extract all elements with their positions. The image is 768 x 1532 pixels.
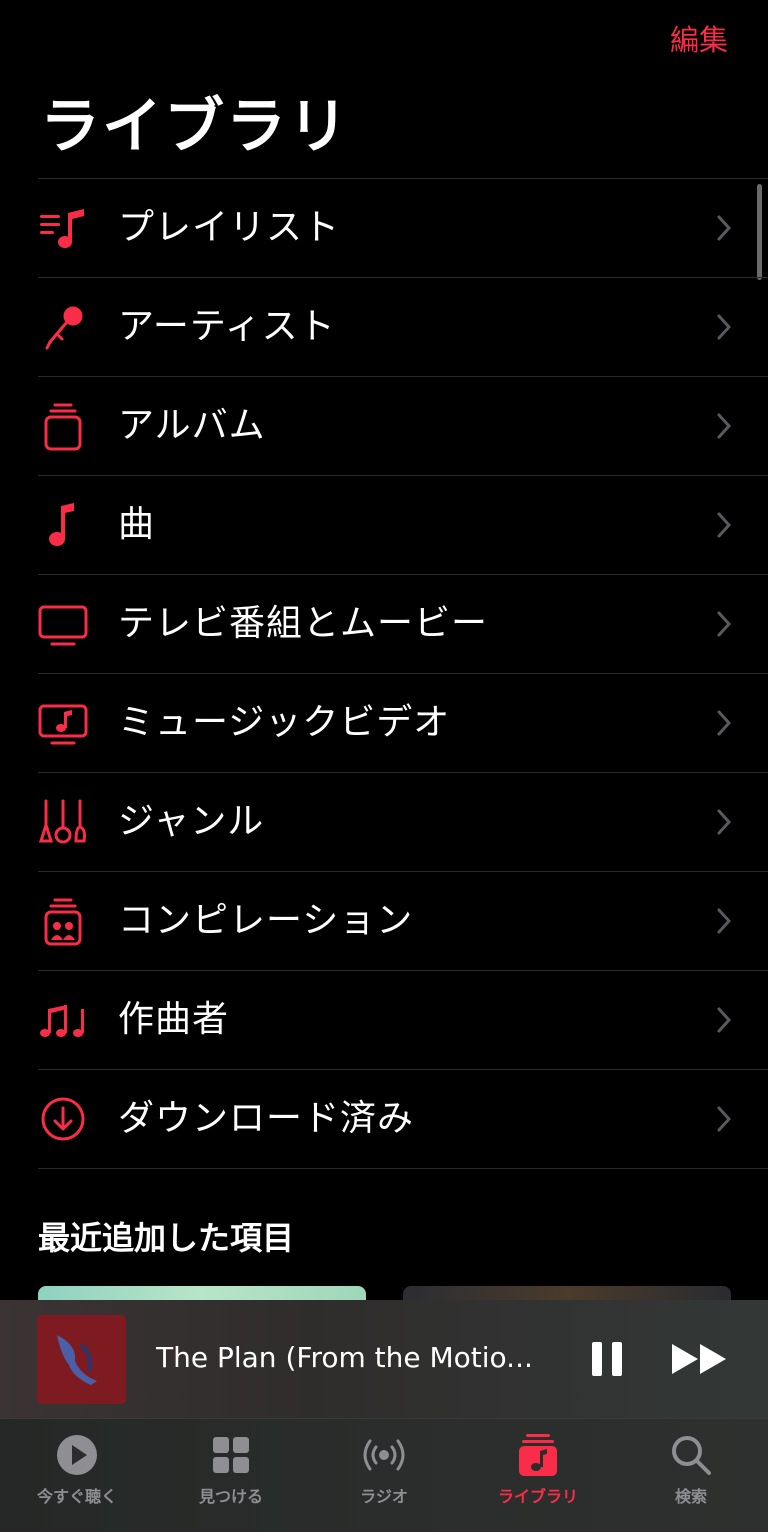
menu-item-tv-movies[interactable]: テレビ番組とムービー <box>38 574 768 673</box>
tab-radio[interactable]: ラジオ <box>307 1419 461 1532</box>
menu-label: ジャンル <box>118 801 265 842</box>
tab-label: 検索 <box>674 1487 707 1506</box>
tab-label: 見つける <box>198 1487 263 1506</box>
edit-button[interactable]: 編集 <box>670 22 728 58</box>
menu-item-downloaded[interactable]: ダウンロード済み <box>38 1069 768 1169</box>
menu-label: 曲 <box>118 504 156 545</box>
chevron-right-icon <box>717 710 732 736</box>
menu-label: テレビ番組とムービー <box>118 603 489 644</box>
radio-waves-icon <box>363 1439 405 1471</box>
mini-player[interactable]: The Plan (From the Motio... <box>0 1300 768 1419</box>
chevron-right-icon <box>717 908 732 934</box>
menu-label: コンピレーション <box>118 900 414 941</box>
menu-item-playlists[interactable]: プレイリスト <box>38 178 768 277</box>
chevron-right-icon <box>717 215 732 241</box>
play-circle-icon <box>57 1435 97 1475</box>
tab-label: ライブラリ <box>497 1487 578 1506</box>
menu-item-genres[interactable]: ジャンル <box>38 772 768 871</box>
tab-label: 今すぐ聴く <box>36 1487 117 1506</box>
album-stack-icon <box>44 403 82 451</box>
menu-item-compilations[interactable]: コンピレーション <box>38 871 768 970</box>
menu-label: アルバム <box>118 405 266 446</box>
library-menu: プレイリスト アーティスト アルバム 曲 テレビ番組とムービー ミュージックビデ… <box>38 178 768 1169</box>
magnifier-icon <box>672 1436 711 1475</box>
chevron-right-icon <box>717 1007 732 1033</box>
chevron-right-icon <box>717 314 732 340</box>
menu-item-albums[interactable]: アルバム <box>38 376 768 475</box>
chevron-right-icon <box>717 413 732 439</box>
page-title: ライブラリ <box>40 92 350 162</box>
fast-forward-icon[interactable] <box>670 1340 730 1378</box>
menu-item-artists[interactable]: アーティスト <box>38 277 768 376</box>
menu-item-music-videos[interactable]: ミュージックビデオ <box>38 673 768 772</box>
guitars-icon <box>38 799 86 844</box>
menu-label: プレイリスト <box>118 207 341 248</box>
grid-icon <box>213 1437 249 1473</box>
tab-bar: 今すぐ聴く 見つける ラジオ ライブラリ 検索 <box>0 1419 768 1532</box>
tv-icon <box>38 605 88 646</box>
menu-label: ダウンロード済み <box>118 1098 415 1139</box>
library-music-icon <box>519 1434 557 1476</box>
chevron-right-icon <box>717 1106 732 1132</box>
music-video-icon <box>38 704 88 745</box>
now-playing-title[interactable]: The Plan (From the Motio... <box>156 1338 556 1378</box>
recently-added-heading: 最近追加した項目 <box>38 1219 295 1257</box>
tab-listen-now[interactable]: 今すぐ聴く <box>0 1419 154 1532</box>
music-note-icon <box>49 503 74 546</box>
playlist-icon <box>40 209 84 248</box>
tab-search[interactable]: 検索 <box>614 1419 768 1532</box>
composer-notes-icon <box>40 1005 84 1037</box>
menu-item-songs[interactable]: 曲 <box>38 475 768 574</box>
menu-label: ミュージックビデオ <box>118 702 451 743</box>
download-circle-icon <box>41 1097 85 1141</box>
chevron-right-icon <box>717 611 732 637</box>
pause-icon[interactable] <box>590 1340 624 1378</box>
tab-label: ラジオ <box>360 1487 408 1506</box>
chevron-right-icon <box>717 512 732 538</box>
menu-label: 作曲者 <box>118 999 230 1040</box>
compilation-icon <box>44 898 82 946</box>
menu-label: アーティスト <box>118 306 336 347</box>
tab-browse[interactable]: 見つける <box>154 1419 308 1532</box>
microphone-icon <box>45 306 83 350</box>
tab-library[interactable]: ライブラリ <box>461 1419 615 1532</box>
chevron-right-icon <box>717 809 732 835</box>
menu-item-composers[interactable]: 作曲者 <box>38 970 768 1069</box>
now-playing-artwork[interactable] <box>37 1315 126 1404</box>
